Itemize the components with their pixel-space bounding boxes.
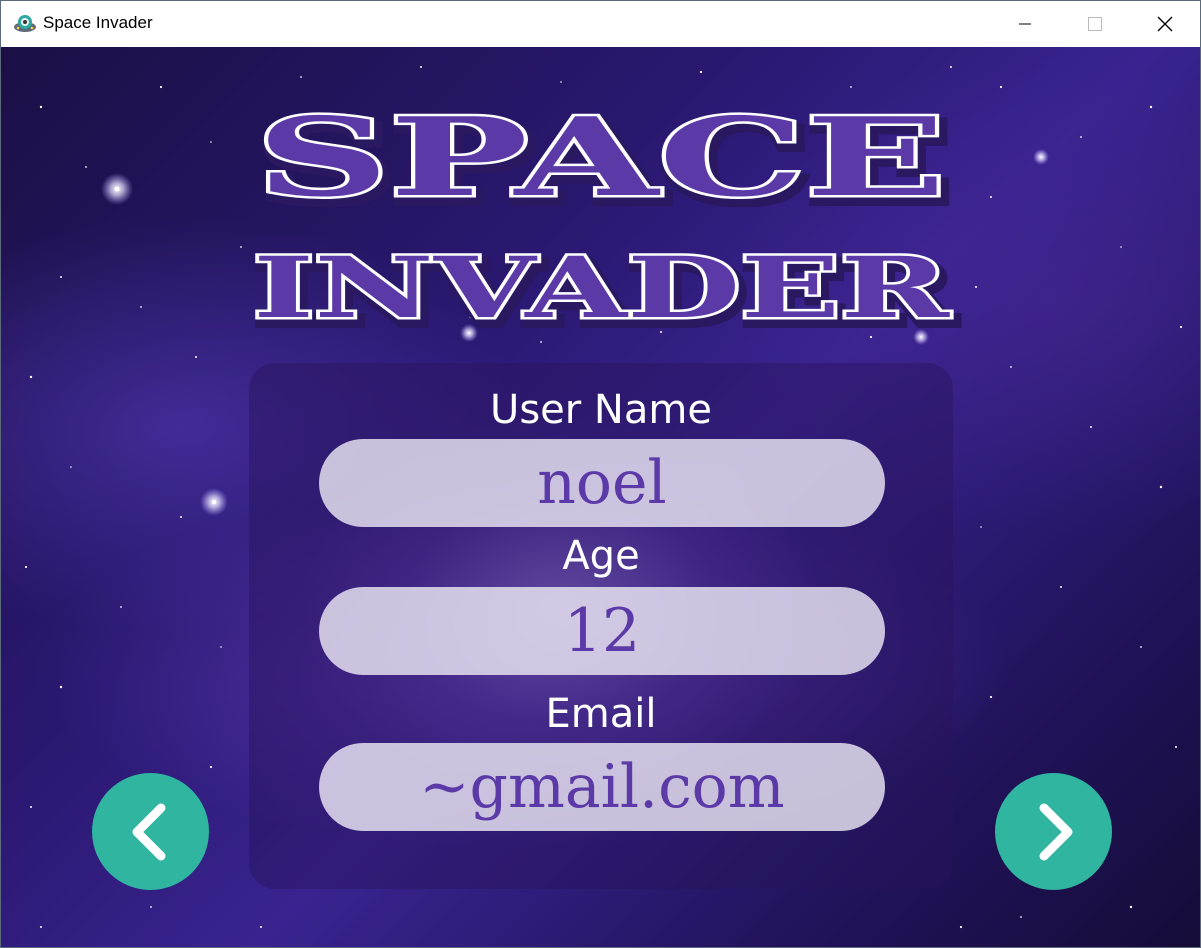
email-value: ~gmail.com — [419, 752, 785, 822]
username-label: User Name — [490, 387, 712, 433]
chevron-left-icon — [132, 803, 165, 860]
minimize-icon — [1019, 23, 1031, 25]
age-label: Age — [562, 533, 640, 579]
window-title: Space Invader — [43, 13, 153, 32]
close-icon — [1157, 16, 1173, 32]
title-bar: Space Invader — [1, 1, 1200, 47]
maximize-icon — [1088, 17, 1102, 31]
chevron-right-icon — [1039, 803, 1072, 860]
minimize-button[interactable] — [990, 1, 1060, 47]
game-logo: SPACE SPACE INVADER INVADER — [251, 93, 960, 349]
email-label: Email — [545, 691, 657, 737]
logo-line1: SPACE — [256, 95, 946, 221]
age-value: 12 — [563, 596, 641, 666]
email-field[interactable]: ~gmail.com — [319, 743, 885, 831]
alien-ufo-icon — [13, 12, 37, 36]
app-window: Space Invader SPACE SPACE INVADER INVADE… — [0, 0, 1201, 948]
back-button[interactable] — [92, 773, 209, 890]
username-field[interactable]: noel — [319, 439, 885, 527]
age-field[interactable]: 12 — [319, 587, 885, 675]
game-screen: SPACE SPACE INVADER INVADER User Name no… — [1, 47, 1200, 947]
next-button[interactable] — [995, 773, 1112, 890]
logo-line2: INVADER — [253, 238, 951, 337]
registration-form: User Name noel Age 12 Email ~gmail.com — [249, 363, 953, 889]
close-button[interactable] — [1130, 1, 1200, 47]
maximize-button[interactable] — [1060, 1, 1130, 47]
username-value: noel — [537, 448, 667, 518]
